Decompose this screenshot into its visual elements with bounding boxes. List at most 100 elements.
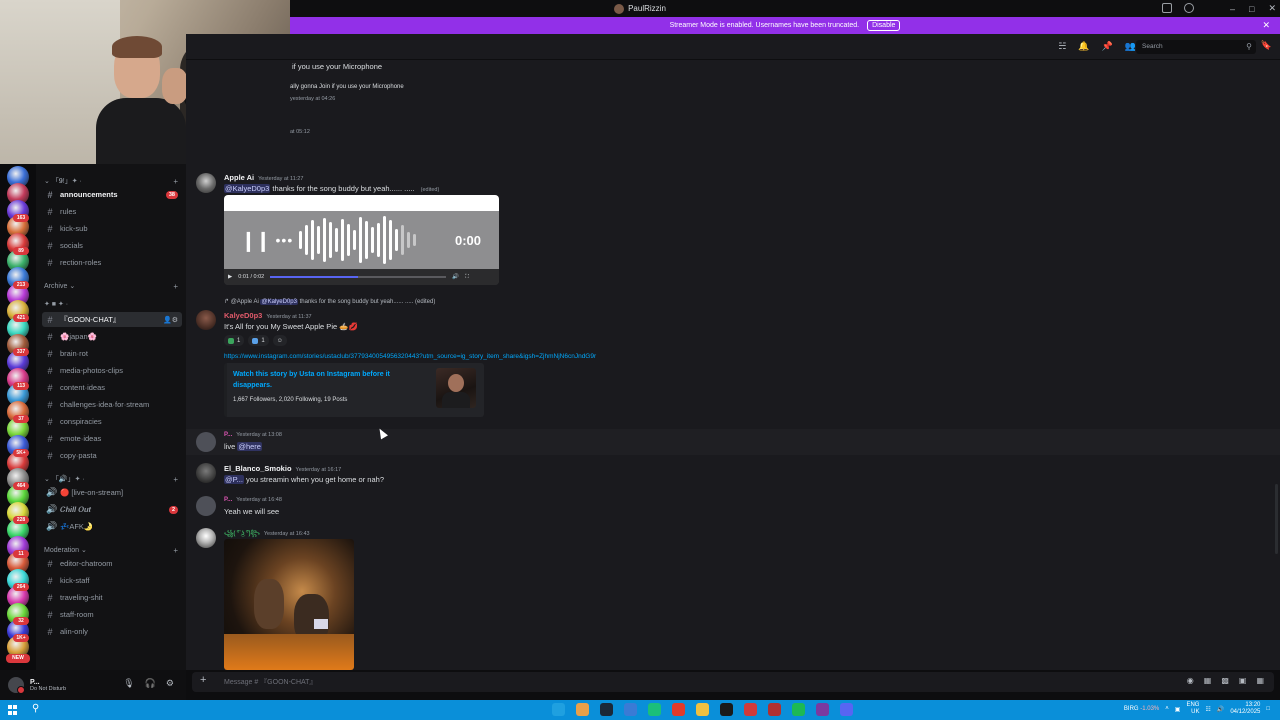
inbox-icon[interactable] — [1162, 3, 1172, 13]
image-attachment[interactable] — [224, 539, 354, 670]
author-name[interactable]: P... — [224, 432, 232, 438]
embed-title[interactable]: Watch this story by Usta on Instagram be… — [233, 369, 423, 391]
moderation-channel[interactable]: # staff-room — [42, 607, 182, 622]
category-chill[interactable]: ✦ ■ ✦ · — [44, 300, 178, 308]
avatar[interactable] — [196, 463, 216, 483]
category-archive[interactable]: Archive ⌄ + — [44, 282, 178, 291]
moderation-channel[interactable]: # editor-chatroom — [42, 556, 182, 571]
minimize-button[interactable]: – — [1230, 4, 1235, 14]
reaction[interactable]: 1 — [224, 335, 245, 346]
voice-channel[interactable]: 🔊 🔴 [live-on-stream] — [42, 485, 182, 500]
author-name[interactable]: El_Blanco_Smokio — [224, 464, 292, 473]
taskbar-search-icon[interactable]: ⚲ — [32, 703, 39, 714]
notification-bell-icon[interactable]: 🔔 — [1078, 41, 1089, 52]
sidebar-channel[interactable]: # challenges·idea·for·stream — [42, 397, 182, 412]
user-mention[interactable]: @P... — [224, 475, 244, 484]
add-channel-icon[interactable]: + — [173, 177, 178, 186]
app-icon[interactable] — [744, 703, 757, 716]
add-reaction-button[interactable]: ☺ — [272, 335, 287, 346]
moderation-channel[interactable]: # kick-staff — [42, 573, 182, 588]
network-icon[interactable]: ☷ — [1205, 706, 1210, 713]
maximize-button[interactable]: □ — [1249, 4, 1254, 14]
sidebar-channel[interactable]: # conspiracies — [42, 414, 182, 429]
moderation-channel[interactable]: # alin-only — [42, 624, 182, 639]
play-icon[interactable]: ▶ — [228, 274, 232, 280]
members-icon[interactable]: 👥 — [1125, 41, 1136, 52]
author-name[interactable]: KalyeD0p3 — [224, 311, 262, 320]
voice-channel[interactable]: 🔊 𝑪𝒉𝒊𝒍𝒍 𝑶𝒖𝒕 2 — [42, 502, 182, 517]
add-channel-icon[interactable]: + — [173, 282, 178, 291]
voice-channel[interactable]: 🔊 💤AFK🌛 — [42, 519, 182, 534]
scrollbar-thumb[interactable] — [1275, 484, 1278, 554]
clock[interactable]: 13:20 04/12/2025 — [1230, 702, 1260, 716]
app-icon[interactable] — [768, 703, 781, 716]
message-input[interactable]: Message # 『GOON-CHAT』 — [224, 677, 316, 687]
sidebar-channel[interactable]: # rection-roles — [42, 255, 182, 270]
category-voice[interactable]: ⌄ 「🔊」✦ · + — [44, 474, 178, 484]
message-author[interactable]: KalyeD0p3 Yesterday at 11:37 — [224, 311, 312, 320]
app-icon[interactable] — [816, 703, 829, 716]
author-name[interactable]: Apple Ai — [224, 173, 254, 182]
message-link[interactable]: https://www.instagram.com/stories/ustacl… — [224, 353, 596, 360]
sidebar-channel[interactable]: # 🌸japan🌸 — [42, 329, 182, 344]
author-name[interactable]: ꧁( ͡° ͜ʖ ͡°)꧂ — [224, 531, 260, 537]
microphone-icon[interactable]: 🎙 — [123, 678, 134, 689]
stock-widget[interactable]: BIRG -1.03% — [1124, 706, 1159, 712]
sidebar-channel[interactable]: # rules — [42, 204, 182, 219]
sidebar-channel[interactable]: # 『GOON-CHAT』 👤⚙ — [42, 312, 182, 327]
search-input[interactable]: Search ⚲ — [1136, 40, 1256, 54]
spotify-icon[interactable] — [792, 703, 805, 716]
language-indicator[interactable]: ENG UK — [1186, 702, 1199, 716]
help-icon[interactable] — [1184, 3, 1194, 13]
user-mention[interactable]: @KalyeD0p3 — [224, 184, 271, 193]
disable-streamer-mode-button[interactable]: Disable — [867, 20, 901, 31]
embed-thumbnail[interactable] — [436, 368, 476, 408]
message-author[interactable]: P... Yesterday at 13:08 — [224, 432, 282, 438]
add-channel-icon[interactable]: + — [173, 546, 178, 555]
headphones-icon[interactable]: 🎧 — [145, 678, 156, 689]
message-composer[interactable]: + Message # 『GOON-CHAT』 ◉ ▦ ▩ ▣ ▦ — [192, 672, 1274, 692]
author-name[interactable]: P... — [224, 497, 232, 503]
sticker-icon[interactable]: ▩ — [1221, 676, 1229, 685]
pin-icon[interactable]: 📌 — [1102, 41, 1113, 52]
sidebar-channel[interactable]: # media-photos-clips — [42, 363, 182, 378]
windows-start-icon[interactable] — [8, 705, 18, 715]
edge-icon[interactable] — [552, 703, 565, 716]
paint-icon[interactable] — [576, 703, 589, 716]
volume-icon[interactable]: 🔊 — [452, 274, 459, 280]
app-icon[interactable] — [648, 703, 661, 716]
threads-icon[interactable]: ☵ — [1058, 41, 1066, 52]
emoji-icon[interactable]: ▦ — [1256, 676, 1264, 685]
chevron-up-icon[interactable]: ˄ — [1165, 706, 1169, 712]
close-window-button[interactable]: ✕ — [1268, 3, 1276, 14]
category-top[interactable]: ⌄ 「𝟗!」✦ · + — [44, 176, 178, 186]
app-icon[interactable]: ▣ — [1239, 676, 1247, 685]
category-moderation[interactable]: Moderation ⌄ + — [44, 546, 178, 555]
discord-icon[interactable] — [840, 703, 853, 716]
gear-icon[interactable]: ⚙ — [166, 678, 174, 689]
add-attachment-icon[interactable]: + — [200, 674, 206, 686]
inbox-icon[interactable]: 🔖 — [1261, 40, 1272, 51]
channel-settings-icon[interactable]: 👤⚙ — [163, 316, 178, 324]
message-author[interactable]: El_Blanco_Smokio Yesterday at 16:17 — [224, 464, 341, 473]
steam-icon[interactable] — [600, 703, 613, 716]
seek-bar[interactable] — [270, 276, 447, 278]
sidebar-channel[interactable]: # socials — [42, 238, 182, 253]
chrome-icon[interactable] — [672, 703, 685, 716]
message-author[interactable]: P... Yesterday at 16:48 — [224, 497, 282, 503]
obs-icon[interactable] — [720, 703, 733, 716]
avatar[interactable] — [196, 496, 216, 516]
sidebar-channel[interactable]: # copy·pasta — [42, 448, 182, 463]
avatar[interactable] — [196, 310, 216, 330]
add-channel-icon[interactable]: + — [173, 475, 178, 484]
user-mention[interactable]: @KalyeD0p3 — [260, 299, 298, 305]
avatar[interactable] — [196, 432, 216, 452]
volume-icon[interactable]: 🔊 — [1217, 706, 1224, 713]
avatar[interactable] — [196, 173, 216, 193]
sidebar-channel[interactable]: # emote·ideas — [42, 431, 182, 446]
close-banner-icon[interactable]: ✕ — [1262, 20, 1270, 31]
sidebar-channel[interactable]: # kick-sub — [42, 221, 182, 236]
fullscreen-icon[interactable]: ⛶ — [465, 274, 469, 281]
folder-icon[interactable] — [696, 703, 709, 716]
reply-preview[interactable]: ↱ @Apple Ai @KalyeD0p3 thanks for the so… — [224, 298, 435, 305]
